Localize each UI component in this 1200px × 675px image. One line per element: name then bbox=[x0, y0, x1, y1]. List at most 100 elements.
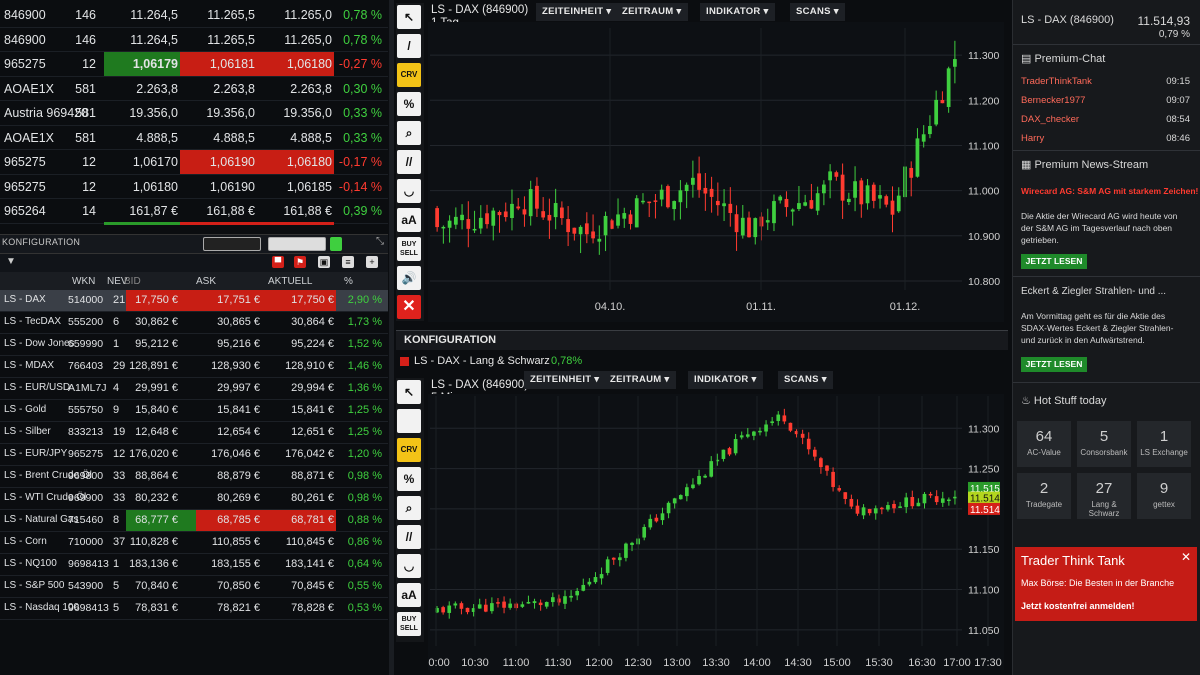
list-n: 12 bbox=[113, 448, 126, 460]
crv-tool[interactable]: CRV bbox=[397, 438, 421, 462]
hot-stuff-tile[interactable]: 5 Consorsbank bbox=[1077, 421, 1131, 467]
list-item[interactable]: LS - Corn 710000 37 110,828 € 110,855 € 110,8… bbox=[0, 532, 388, 554]
col-aktuell[interactable]: AKTUELL bbox=[268, 276, 312, 287]
news2-headline[interactable]: Eckert & Ziegler Strahlen- und ... bbox=[1021, 286, 1166, 297]
menu-indikator[interactable]: INDIKATOR ▾ bbox=[700, 3, 775, 21]
cursor-icon[interactable]: ↖ bbox=[397, 5, 421, 29]
hot-stuff-tile[interactable]: 1 LS Exchange bbox=[1137, 421, 1191, 467]
text-icon[interactable]: aA bbox=[397, 208, 421, 232]
chart-tab[interactable]: LS - DAX - Lang & Schwarz 0,78% bbox=[396, 353, 1008, 371]
chat-user[interactable]: Bernecker1977 bbox=[1021, 95, 1085, 106]
menu-zeitraum[interactable]: ZEITRAUM ▾ bbox=[604, 371, 676, 389]
col-ask[interactable]: ASK bbox=[196, 276, 216, 287]
daily-candle-chart[interactable]: 11.300 11.200 11.100 11.000 10.900 10.800 04.1… bbox=[428, 22, 1004, 322]
crv-tool[interactable]: CRV bbox=[397, 63, 421, 87]
view-toggle[interactable] bbox=[203, 237, 261, 251]
menu-indikator[interactable]: INDIKATOR ▾ bbox=[688, 371, 763, 389]
col-bid[interactable]: BID bbox=[124, 276, 141, 287]
hot-stuff-tile[interactable]: 9 gettex bbox=[1137, 473, 1191, 519]
col-pct[interactable]: % bbox=[344, 276, 353, 287]
news-header[interactable]: ▦ Premium News-Stream bbox=[1021, 158, 1148, 171]
market-c3: 11.265,0 bbox=[284, 32, 332, 47]
list-item[interactable]: LS - DAX 514000 21 17,750 € 17,751 € 17,750 €… bbox=[0, 290, 388, 312]
zoom-icon[interactable]: ⌕ bbox=[397, 121, 421, 145]
curve-icon[interactable]: ◡ bbox=[397, 554, 421, 578]
chat-user[interactable]: DAX_checker bbox=[1021, 114, 1079, 125]
candle-body bbox=[837, 488, 842, 491]
blank-tool[interactable] bbox=[397, 409, 421, 433]
chat-header[interactable]: ▤ Premium-Chat bbox=[1021, 52, 1105, 65]
read-button-2[interactable]: JETZT LESEN bbox=[1021, 357, 1087, 372]
hot-stuff-header[interactable]: ♨ Hot Stuff today bbox=[1021, 394, 1107, 407]
market-row[interactable]: 846900 146 11.264,5 11.265,5 11.265,0 0,78 % bbox=[0, 28, 388, 52]
market-row[interactable]: 846900 146 11.264,5 11.265,5 11.265,0 0,78 % bbox=[0, 3, 388, 28]
news1-headline[interactable]: Wirecard AG: S&M AG mit starkem Zeichen! bbox=[1021, 186, 1198, 196]
expand-icon[interactable]: ⤡ bbox=[376, 236, 384, 247]
list-item[interactable]: LS - TecDAX 555200 6 30,862 € 30,865 € 30,864… bbox=[0, 312, 388, 334]
col-wkn[interactable]: WKN bbox=[72, 276, 95, 287]
menu-scans[interactable]: SCANS ▾ bbox=[790, 3, 845, 21]
cursor-icon[interactable]: ↖ bbox=[397, 380, 421, 404]
curve-icon[interactable]: ◡ bbox=[397, 179, 421, 203]
zoom-icon[interactable]: ⌕ bbox=[397, 496, 421, 520]
market-row[interactable]: 965275 12 1,06170 1,06190 1,06180 -0,17 % bbox=[0, 150, 388, 175]
list-item[interactable]: LS - NQ100 9698413 1 183,136 € 183,155 € 183,… bbox=[0, 554, 388, 576]
list-item[interactable]: LS - Gold 555750 9 15,840 € 15,841 € 15,841 €… bbox=[0, 400, 388, 422]
ticker-name[interactable]: LS - DAX (846900) bbox=[1021, 14, 1114, 26]
trader-think-tank-banner[interactable]: Trader Think Tank ✕ Max Börse: Die Beste… bbox=[1015, 547, 1197, 621]
market-row[interactable]: 965275 12 1,06179 1,06181 1,06180 -0,27 % bbox=[0, 52, 388, 77]
market-row[interactable]: AOAE1X 581 2.263,8 2.263,8 2.263,8 0,30 % bbox=[0, 77, 388, 101]
list-item[interactable]: LS - EUR/JPY 965275 12 176,020 € 176,046 € 17… bbox=[0, 444, 388, 466]
menu-scans[interactable]: SCANS ▾ bbox=[778, 371, 833, 389]
alert-icon[interactable]: ▀ bbox=[272, 256, 284, 268]
intraday-candle-chart[interactable]: 11.30011.25011.20011.15011.10011.05010:0… bbox=[428, 394, 1004, 670]
list-item[interactable]: LS - Silber 833213 19 12,648 € 12,654 € 12,65… bbox=[0, 422, 388, 444]
hot-stuff-tile[interactable]: 64 AC-Value bbox=[1017, 421, 1071, 467]
list-item[interactable]: LS - WTI Crude Öl 969900 33 80,232 €80,269 … bbox=[0, 488, 388, 510]
news-line: und zurück in den Aufwärtstrend. bbox=[1021, 335, 1145, 345]
menu-zeiteinheit[interactable]: ZEITEINHEIT ▾ bbox=[524, 371, 606, 389]
config-tab[interactable]: KONFIGURATION bbox=[2, 237, 80, 247]
hot-stuff-tile[interactable]: 2 Tradegate bbox=[1017, 473, 1071, 519]
list-item[interactable]: LS - MDAX 766403 29 128,891 € 128,930 € 128,9… bbox=[0, 356, 388, 378]
view-toggle-2[interactable] bbox=[268, 237, 326, 251]
add-icon[interactable]: + bbox=[366, 256, 378, 268]
market-c3: 1,06185 bbox=[286, 179, 332, 194]
list-name: LS - EUR/USD bbox=[4, 382, 71, 393]
parallel-icon[interactable]: // bbox=[397, 525, 421, 549]
buy-sell-button[interactable]: BUY SELL bbox=[397, 612, 421, 636]
chat-user[interactable]: Harry bbox=[1021, 133, 1044, 144]
list-item[interactable]: LS - Dow Jones 659990 1 95,212 € 95,216 € 95,… bbox=[0, 334, 388, 356]
list-item[interactable]: LS - Nasdaq 100 9698413 5 78,831 €78,821 €7… bbox=[0, 598, 388, 620]
panel-divider[interactable] bbox=[389, 0, 394, 675]
list-icon[interactable]: ≡ bbox=[342, 256, 354, 268]
percent-icon[interactable]: % bbox=[397, 467, 421, 491]
menu-zeiteinheit[interactable]: ZEITEINHEIT ▾ bbox=[536, 3, 618, 21]
text-icon[interactable]: aA bbox=[397, 583, 421, 607]
sound-icon[interactable]: 🔊 bbox=[397, 266, 421, 290]
line-icon[interactable]: / bbox=[397, 34, 421, 58]
list-item[interactable]: LS - Brent Crude Öl 969800 33 88,864 €88,87… bbox=[0, 466, 388, 488]
parallel-icon[interactable]: // bbox=[397, 150, 421, 174]
delete-icon[interactable]: ▣ bbox=[318, 256, 330, 268]
hot-stuff-tile[interactable]: 27 Lang & Schwarz bbox=[1077, 473, 1131, 519]
read-button-1[interactable]: JETZT LESEN bbox=[1021, 254, 1087, 269]
menu-zeitraum[interactable]: ZEITRAUM ▾ bbox=[616, 3, 688, 21]
chat-user[interactable]: TraderThinkTank bbox=[1021, 76, 1092, 87]
percent-icon[interactable]: % bbox=[397, 92, 421, 116]
buy-sell-button[interactable]: BUY SELL bbox=[397, 237, 421, 261]
market-row[interactable]: 965275 12 1,06180 1,06190 1,06185 -0,14 % bbox=[0, 175, 388, 199]
market-row[interactable]: Austria 969420 581 19.356,0 19.356,0 19.356,… bbox=[0, 101, 388, 126]
flag-icon[interactable]: ⚑ bbox=[294, 256, 306, 268]
market-c3: 161,88 € bbox=[283, 204, 332, 218]
close-icon[interactable]: ✕ bbox=[397, 295, 421, 319]
banner-cta[interactable]: Jetzt kostenfrei anmelden! bbox=[1021, 601, 1135, 611]
list-item[interactable]: LS - Natural Gas 715460 8 68,777 €68,785 €6… bbox=[0, 510, 388, 532]
config-bar: KONFIGURATION ⤡ bbox=[0, 234, 388, 254]
list-item[interactable]: LS - S&P 500 543900 5 70,840 € 70,850 € 70,84… bbox=[0, 576, 388, 598]
collapse-icon[interactable]: ▼ bbox=[6, 256, 16, 267]
market-row[interactable]: 965264 14 161,87 € 161,88 € 161,88 € 0,39 % bbox=[0, 199, 388, 224]
market-row[interactable]: AOAE1X 581 4.888,5 4.888,5 4.888,5 0,33 % bbox=[0, 126, 388, 150]
list-item[interactable]: LS - EUR/USD A1ML7J 4 29,991 € 29,997 € 29,99… bbox=[0, 378, 388, 400]
close-icon[interactable]: ✕ bbox=[1181, 550, 1191, 564]
